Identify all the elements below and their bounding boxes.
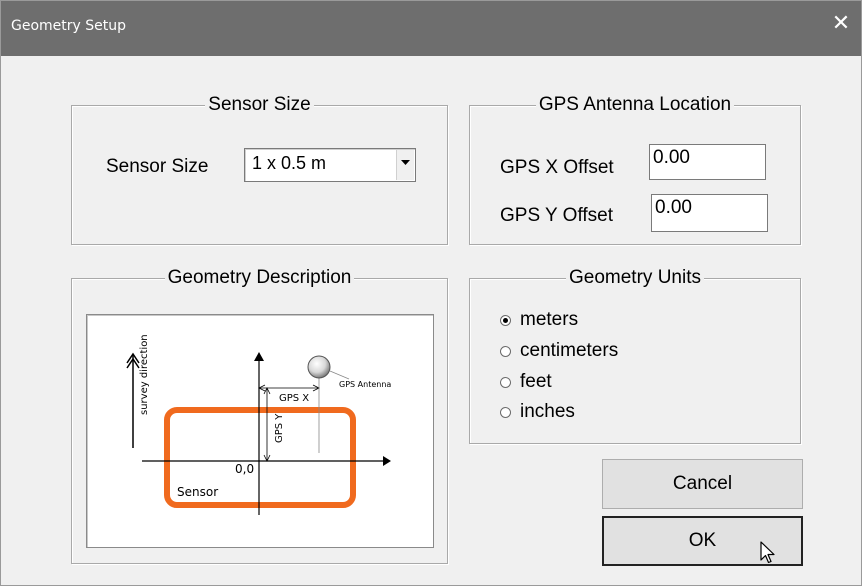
radio-label-inches: inches: [520, 401, 575, 422]
gps-antenna-group: GPS Antenna Location GPS X Offset 0.00 G…: [469, 94, 801, 245]
chevron-down-icon: [401, 160, 410, 165]
gps-antenna-label: GPS Antenna: [339, 380, 391, 389]
gps-y-label: GPS Y Offset: [500, 205, 614, 226]
gps-x-offset-input[interactable]: 0.00: [649, 144, 766, 180]
sensor-size-legend: Sensor Size: [205, 94, 314, 115]
geometry-description-legend: Geometry Description: [164, 267, 355, 288]
title-bar[interactable]: Geometry Setup ✕: [1, 1, 861, 56]
close-icon[interactable]: ✕: [827, 10, 855, 38]
sensor-label: Sensor: [177, 485, 218, 499]
gps-antenna-icon: [307, 355, 331, 379]
radio-button[interactable]: [500, 407, 511, 418]
geometry-diagram-svg: survey direction GPS X GPS Y GPS Antenna…: [126, 334, 391, 515]
radio-button[interactable]: [500, 346, 511, 357]
sensor-size-group: Sensor Size Sensor Size 1 x 0.5 m: [71, 94, 448, 245]
gps-antenna-legend: GPS Antenna Location: [535, 94, 735, 115]
radio-button-selected[interactable]: [500, 315, 511, 326]
survey-direction-arrow: [126, 352, 140, 448]
sensor-size-select[interactable]: 1 x 0.5 m: [244, 148, 416, 182]
geometry-units-legend: Geometry Units: [566, 267, 704, 288]
survey-direction-label: survey direction: [139, 334, 150, 415]
radio-label-meters: meters: [520, 309, 579, 330]
gps-y-offset-input[interactable]: 0.00: [651, 194, 768, 232]
radio-label-centimeters: centimeters: [520, 340, 619, 361]
radio-label-feet: feet: [520, 371, 552, 392]
cancel-button[interactable]: Cancel: [602, 459, 803, 509]
sensor-size-label: Sensor Size: [106, 156, 209, 177]
origin-label: 0,0: [235, 462, 254, 476]
mouse-cursor-icon: [760, 541, 775, 564]
geometry-diagram: survey direction GPS X GPS Y GPS Antenna…: [86, 314, 434, 548]
gps-x-label: GPS X Offset: [500, 157, 614, 178]
geometry-setup-dialog: Geometry Setup ✕ Sensor Size Sensor Size…: [0, 0, 862, 586]
geometry-units-group: Geometry Units meters centimeters feet i…: [469, 267, 801, 444]
gps-x-diagram-label: GPS X: [279, 393, 309, 404]
radio-button[interactable]: [500, 377, 511, 388]
geometry-description-group: Geometry Description survey direction GP…: [71, 267, 448, 564]
sensor-size-value: 1 x 0.5 m: [252, 153, 327, 173]
dropdown-button[interactable]: [396, 150, 414, 180]
gps-y-diagram-label: GPS Y: [274, 413, 285, 443]
window-title: Geometry Setup: [11, 18, 127, 34]
